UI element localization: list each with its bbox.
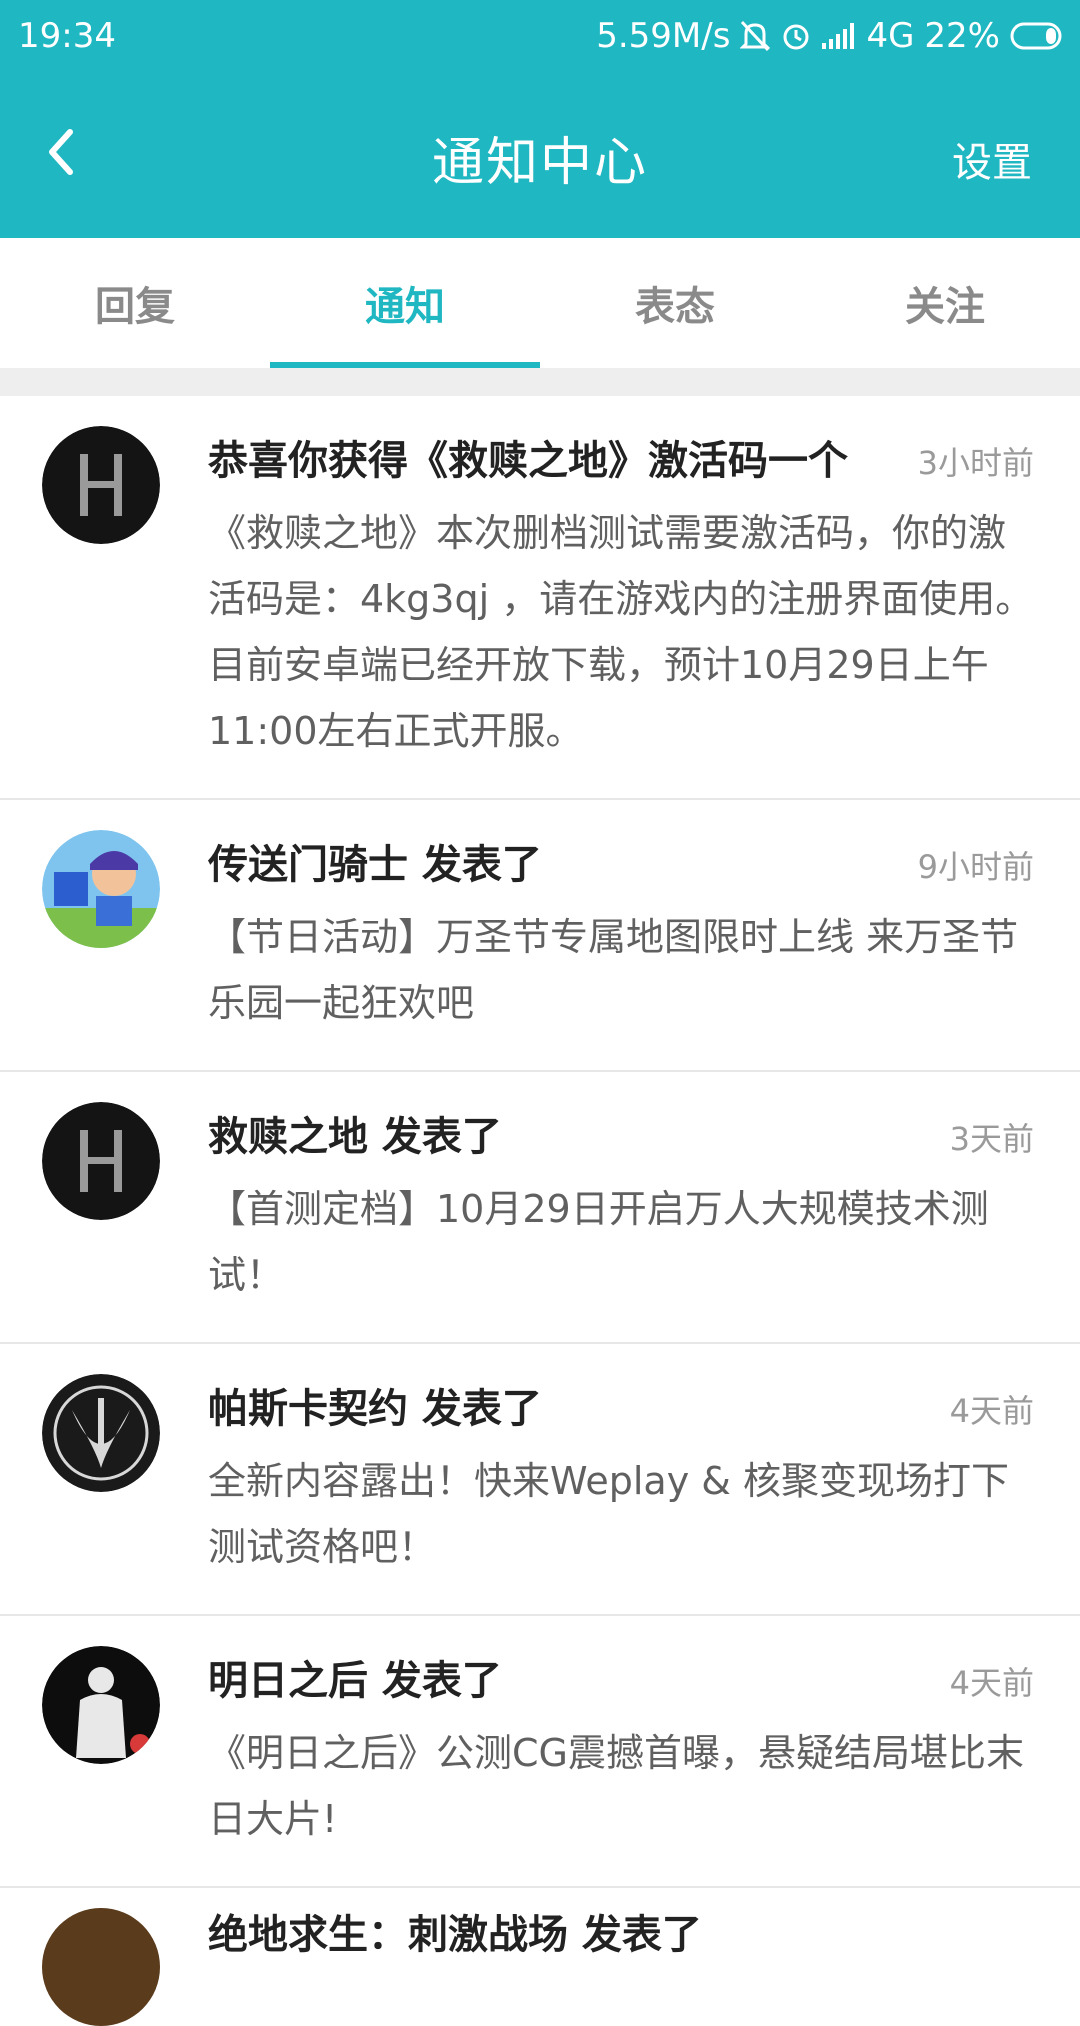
header: 19:34 5.59M/s 4G 22% 通知中心 设置 xyxy=(0,0,1080,238)
notification-body: 【节日活动】万圣节专属地图限时上线 来万圣节乐园一起狂欢吧 xyxy=(208,915,1019,1025)
notification-title: 帕斯卡契约 发表了 xyxy=(208,1386,542,1432)
battery-percent: 22% xyxy=(924,16,1000,56)
tab-reactions[interactable]: 表态 xyxy=(540,238,810,368)
status-bar: 19:34 5.59M/s 4G 22% xyxy=(0,0,1080,74)
game-character-avatar-icon xyxy=(42,830,160,948)
notification-time: 3小时前 xyxy=(917,444,1034,482)
network-type: 4G xyxy=(866,16,915,56)
notification-body: 全新内容露出！快来Weplay & 核聚变现场打下测试资格吧！ xyxy=(208,1459,1009,1569)
notification-body: 【首测定档】10月29日开启万人大规模技术测试！ xyxy=(208,1187,989,1297)
signal-icon xyxy=(822,23,856,49)
avatar xyxy=(42,1646,160,1764)
tab-reply[interactable]: 回复 xyxy=(0,238,270,368)
notification-item[interactable]: 传送门骑士 发表了 9小时前 【节日活动】万圣节专属地图限时上线 来万圣节乐园一… xyxy=(0,800,1080,1072)
avatar xyxy=(42,426,160,544)
network-speed: 5.59M/s xyxy=(596,16,731,56)
notification-item[interactable]: 救赎之地 发表了 3天前 【首测定档】10月29日开启万人大规模技术测试！ xyxy=(0,1072,1080,1344)
status-icons: 5.59M/s 4G 22% xyxy=(596,16,1066,56)
notification-title: 恭喜你获得《救赎之地》激活码一个 xyxy=(208,438,848,484)
notification-title: 救赎之地 发表了 xyxy=(208,1114,502,1160)
avatar xyxy=(42,830,160,948)
notification-item[interactable]: 帕斯卡契约 发表了 4天前 全新内容露出！快来Weplay & 核聚变现场打下测… xyxy=(0,1344,1080,1616)
battery-icon xyxy=(1010,22,1066,50)
notification-body: 《救赎之地》本次删档测试需要激活码，你的激活码是：4kg3qj ，请在游戏内的注… xyxy=(208,511,1034,753)
avatar xyxy=(42,1374,160,1492)
settings-button[interactable]: 设置 xyxy=(952,130,1032,188)
status-time: 19:34 xyxy=(18,16,116,56)
notification-time: 9小时前 xyxy=(917,848,1034,886)
mute-icon xyxy=(740,20,771,52)
tab-bar: 回复 通知 表态 关注 xyxy=(0,238,1080,368)
tab-notifications[interactable]: 通知 xyxy=(270,238,540,368)
notification-time: 3天前 xyxy=(949,1120,1034,1158)
notification-title: 传送门骑士 发表了 xyxy=(208,842,542,888)
game-logo-crest-icon xyxy=(42,1374,160,1492)
avatar xyxy=(42,1102,160,1220)
notification-title: 明日之后 发表了 xyxy=(208,1658,502,1704)
notification-time: 4天前 xyxy=(949,1392,1034,1430)
notification-time: 4天前 xyxy=(949,1664,1034,1702)
notification-item[interactable]: 明日之后 发表了 4天前 《明日之后》公测CG震撼首曝，悬疑结局堪比末日大片! xyxy=(0,1616,1080,1888)
section-divider xyxy=(0,368,1080,396)
avatar xyxy=(42,1908,160,2026)
notification-title: 绝地求生：刺激战场 发表了 xyxy=(208,1912,702,1958)
notification-body: 《明日之后》公测CG震撼首曝，悬疑结局堪比末日大片! xyxy=(208,1731,1024,1841)
alarm-icon xyxy=(780,20,812,52)
tab-following[interactable]: 关注 xyxy=(810,238,1080,368)
game-silhouette-avatar-icon xyxy=(42,1646,160,1764)
game-logo-h-icon xyxy=(42,426,160,544)
game-logo-h-icon xyxy=(42,1102,160,1220)
notification-item[interactable]: 恭喜你获得《救赎之地》激活码一个 3小时前 《救赎之地》本次删档测试需要激活码，… xyxy=(0,396,1080,800)
page-title: 通知中心 xyxy=(431,133,648,193)
app-bar: 通知中心 设置 xyxy=(0,74,1080,238)
notification-list: 恭喜你获得《救赎之地》激活码一个 3小时前 《救赎之地》本次删档测试需要激活码，… xyxy=(0,396,1080,1888)
